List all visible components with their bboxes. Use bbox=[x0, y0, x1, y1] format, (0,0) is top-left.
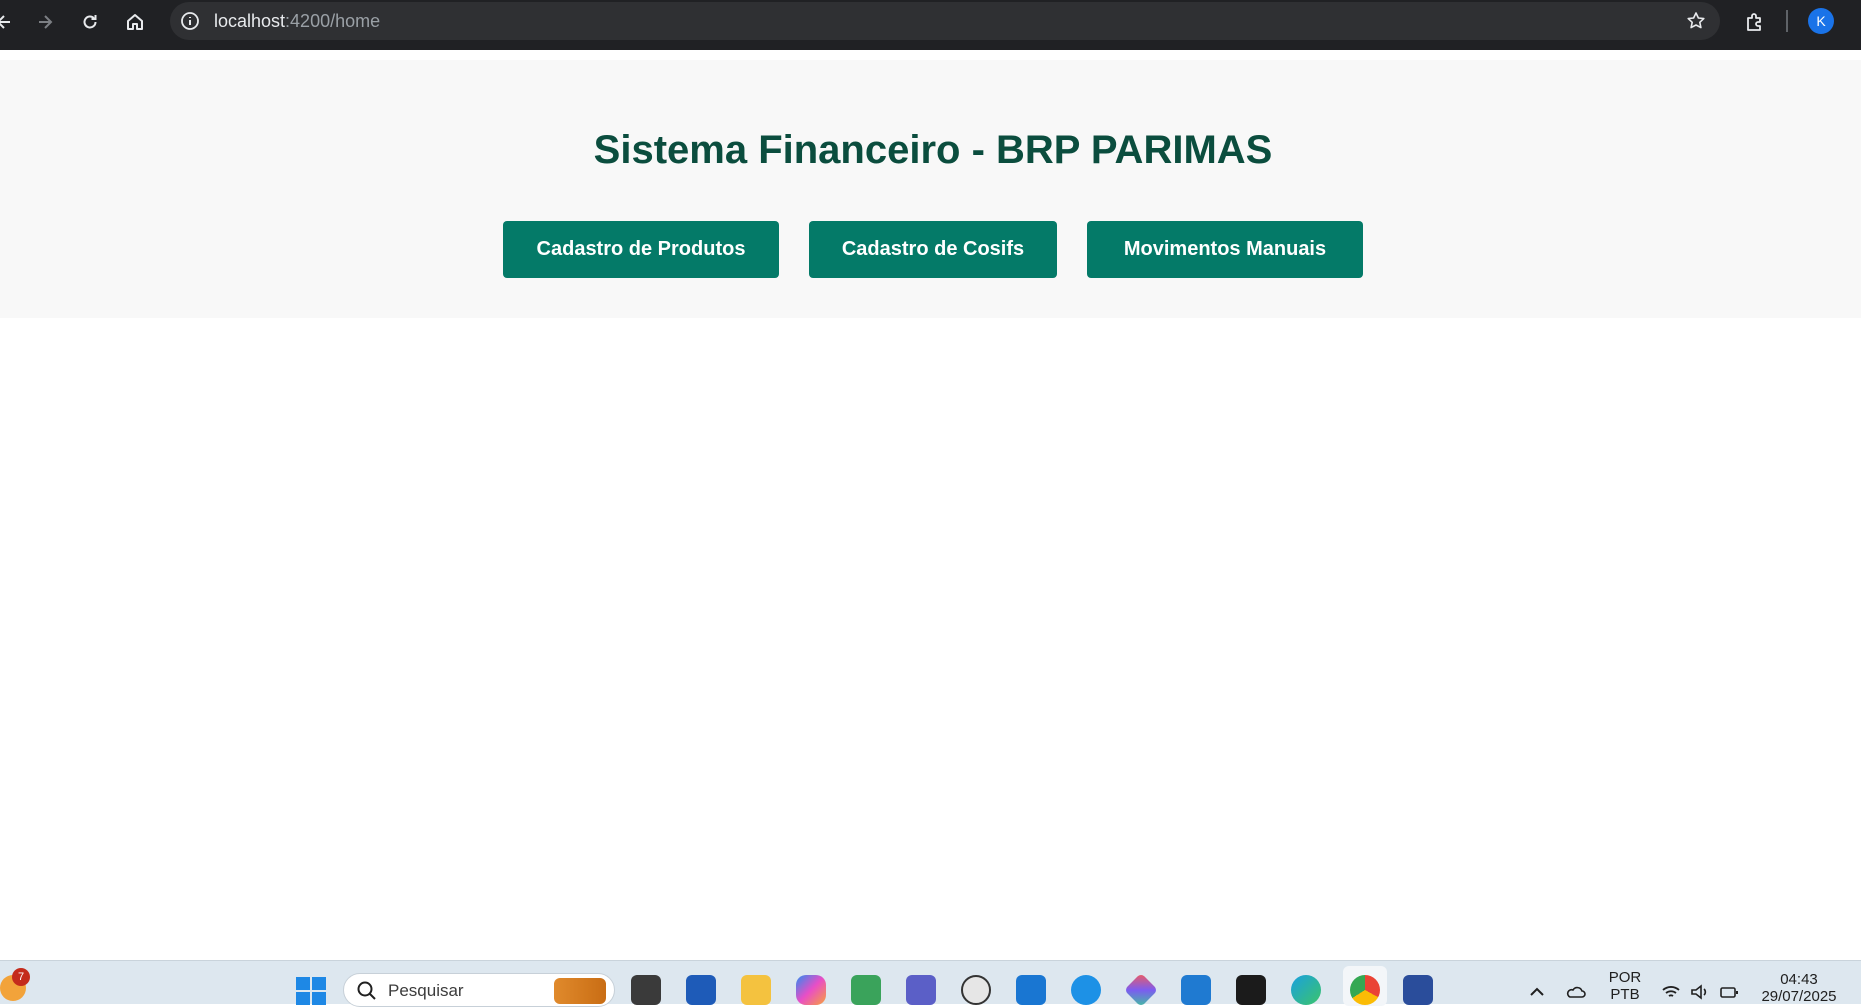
home-icon bbox=[127, 14, 143, 30]
chrome-icon[interactable] bbox=[1350, 975, 1380, 1005]
search-placeholder: Pesquisar bbox=[388, 981, 464, 1000]
keyboard-layout: PTB bbox=[1610, 986, 1640, 1003]
search-highlight-image bbox=[554, 978, 606, 1004]
home-button[interactable] bbox=[119, 6, 151, 38]
terminal-icon[interactable] bbox=[1236, 975, 1266, 1005]
url-text[interactable]: localhost:4200/home bbox=[214, 2, 380, 40]
language-indicator[interactable]: POR PTB bbox=[1600, 969, 1650, 1003]
cadastro-cosifs-button[interactable]: Cadastro de Cosifs bbox=[809, 221, 1057, 278]
store-icon[interactable] bbox=[686, 975, 716, 1005]
page-header: Sistema Financeiro - BRP PARIMAS Cadastr… bbox=[0, 60, 1861, 318]
docker-icon[interactable] bbox=[1071, 975, 1101, 1005]
clock-date: 29/07/2025 bbox=[1761, 988, 1837, 1005]
page-top-strip bbox=[0, 50, 1861, 60]
arrow-left-icon bbox=[0, 15, 10, 29]
search-icon bbox=[357, 981, 376, 1000]
clock-time: 04:43 bbox=[1780, 971, 1818, 988]
chevron-up-icon[interactable] bbox=[1526, 981, 1548, 1003]
cadastro-produtos-button[interactable]: Cadastro de Produtos bbox=[503, 221, 779, 278]
notification-badge: 7 bbox=[12, 968, 30, 986]
url-path: :4200/home bbox=[285, 11, 381, 31]
bookmark-star-icon[interactable] bbox=[1684, 9, 1708, 33]
taskbar: 7 Pesquisar POR PTB 04:43 29/07/2025 bbox=[0, 960, 1861, 1007]
movimentos-manuais-button[interactable]: Movimentos Manuais bbox=[1087, 221, 1363, 278]
copilot-icon[interactable] bbox=[796, 975, 826, 1005]
url-host: localhost bbox=[214, 11, 286, 31]
wifi-icon[interactable] bbox=[1660, 981, 1682, 1003]
site-info-icon[interactable] bbox=[178, 9, 202, 33]
back-button[interactable] bbox=[0, 6, 20, 38]
monitor-icon[interactable] bbox=[1016, 975, 1046, 1005]
toolbar-divider bbox=[1786, 10, 1788, 32]
reload-icon bbox=[83, 15, 97, 29]
teams-icon[interactable] bbox=[906, 975, 936, 1005]
address-bar[interactable]: localhost:4200/home bbox=[170, 2, 1720, 40]
notepad-plus-icon[interactable] bbox=[851, 975, 881, 1005]
page-body bbox=[0, 318, 1861, 960]
edge-icon[interactable] bbox=[1291, 975, 1321, 1005]
language-code: POR bbox=[1608, 969, 1642, 986]
file-explorer-icon[interactable] bbox=[741, 975, 771, 1005]
onedrive-icon[interactable] bbox=[1565, 981, 1587, 1003]
extensions-button[interactable] bbox=[1738, 6, 1770, 38]
windows-start-icon[interactable] bbox=[296, 977, 326, 1005]
browser-toolbar: localhost:4200/home K bbox=[0, 0, 1861, 50]
taskbar-search-box[interactable]: Pesquisar bbox=[343, 973, 615, 1007]
forward-button[interactable] bbox=[29, 6, 61, 38]
clock[interactable]: 04:43 29/07/2025 bbox=[1752, 971, 1846, 1005]
postgres-icon[interactable] bbox=[961, 975, 991, 1005]
profile-avatar[interactable]: K bbox=[1808, 8, 1834, 34]
remote-desktop-icon[interactable] bbox=[1403, 975, 1433, 1005]
git-kraken-icon[interactable] bbox=[1124, 973, 1158, 1007]
battery-icon[interactable] bbox=[1718, 981, 1740, 1003]
task-view-icon[interactable] bbox=[631, 975, 661, 1005]
puzzle-icon bbox=[1747, 13, 1761, 31]
reload-button[interactable] bbox=[74, 6, 106, 38]
arrow-right-icon bbox=[39, 15, 53, 29]
page-title: Sistema Financeiro - BRP PARIMAS bbox=[593, 128, 1273, 172]
volume-icon[interactable] bbox=[1688, 981, 1710, 1003]
vscode-icon[interactable] bbox=[1181, 975, 1211, 1005]
